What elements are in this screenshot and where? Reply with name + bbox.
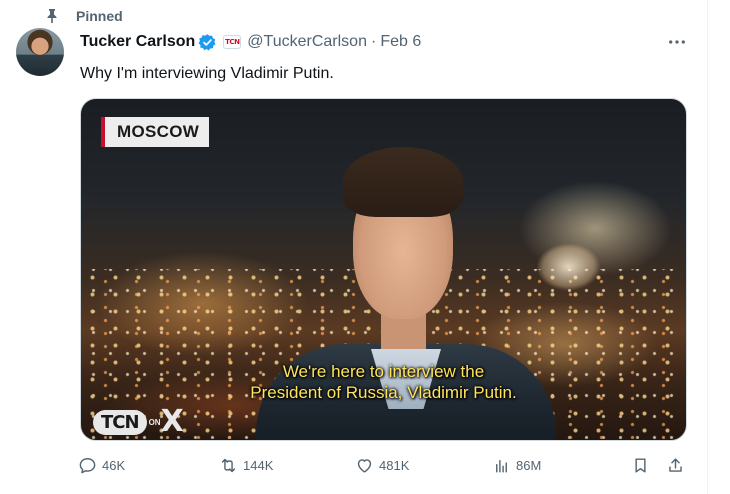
header-separator: · xyxy=(370,33,377,50)
tweet-date[interactable]: Feb 6 xyxy=(380,33,421,51)
pin-icon xyxy=(44,8,60,24)
like-count: 481K xyxy=(379,458,410,473)
watermark-x-logo: X xyxy=(160,404,184,439)
subtitle-line-2: President of Russia, Vladimir Putin. xyxy=(250,383,517,402)
tcn-watermark: TCN ON X xyxy=(93,407,184,437)
tweet-text: Why I'm interviewing Vladimir Putin. xyxy=(80,65,334,82)
repost-count: 144K xyxy=(243,458,274,473)
bookmark-icon xyxy=(635,458,646,473)
share-button[interactable] xyxy=(666,456,685,475)
affiliate-badge-icon[interactable]: TCN xyxy=(223,35,242,49)
subtitle-line-1: We're here to interview the xyxy=(282,362,485,381)
heart-icon xyxy=(357,459,372,473)
timeline-border xyxy=(707,0,708,494)
share-icon xyxy=(669,458,682,472)
verified-badge-icon[interactable] xyxy=(198,33,217,52)
lit-cathedral xyxy=(521,204,616,294)
location-tag: MOSCOW xyxy=(101,117,210,147)
tweet-header: Tucker Carlson TCN @TuckerCarlson · Feb … xyxy=(80,31,421,53)
repost-button[interactable]: 144K xyxy=(219,456,273,475)
reply-button[interactable]: 46K xyxy=(78,456,125,475)
tweet-actions: 46K 144K 481K 86M xyxy=(78,456,690,478)
video-player[interactable]: MOSCOW We're here to interview the Presi… xyxy=(80,98,687,441)
presenter-hair xyxy=(343,147,463,217)
views-chart-icon xyxy=(496,460,507,473)
more-horizontal-icon xyxy=(669,40,685,44)
pinned-indicator: Pinned xyxy=(44,6,123,26)
author-handle[interactable]: @TuckerCarlson xyxy=(247,33,367,51)
views-count: 86M xyxy=(516,458,542,473)
affiliate-label: TCN xyxy=(225,38,240,46)
like-button[interactable]: 481K xyxy=(355,456,409,475)
author-name[interactable]: Tucker Carlson xyxy=(80,33,195,51)
reply-count: 46K xyxy=(102,458,126,473)
reply-icon xyxy=(79,458,96,474)
video-subtitles: We're here to interview the President of… xyxy=(81,361,686,403)
avatar[interactable] xyxy=(16,28,64,76)
views-button[interactable]: 86M xyxy=(492,456,541,475)
location-tag-text: MOSCOW xyxy=(117,122,200,141)
pinned-label: Pinned xyxy=(76,8,123,24)
watermark-brand: TCN xyxy=(93,409,147,435)
repost-icon xyxy=(221,458,236,473)
bookmark-button[interactable] xyxy=(631,456,650,475)
watermark-on: ON xyxy=(148,417,161,427)
more-options-button[interactable] xyxy=(660,30,694,54)
